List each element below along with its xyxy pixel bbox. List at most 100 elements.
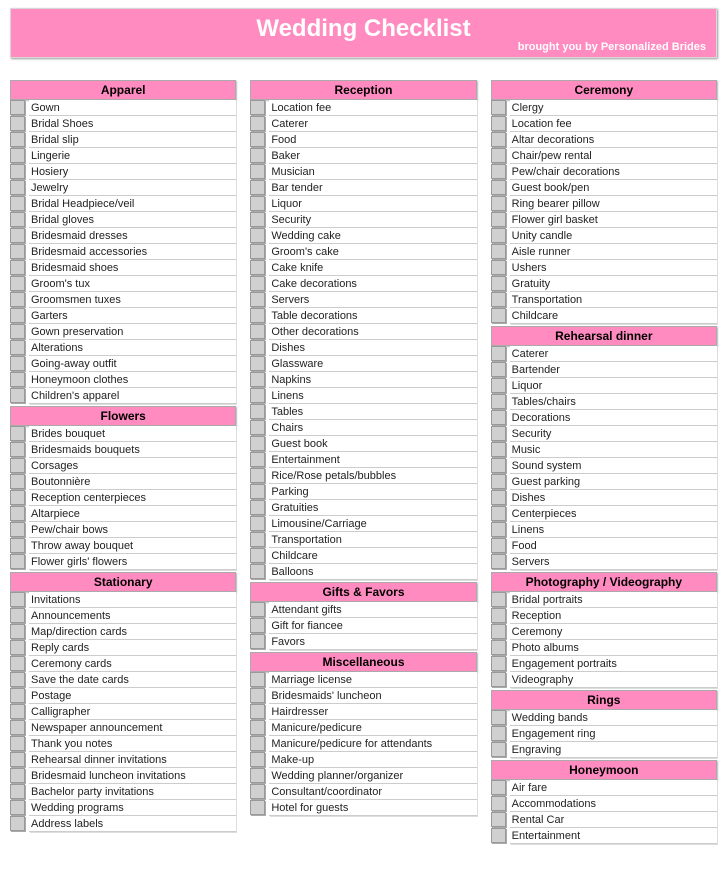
checkbox[interactable] (491, 276, 506, 291)
checkbox[interactable] (250, 292, 265, 307)
checkbox[interactable] (491, 426, 506, 441)
checkbox[interactable] (491, 132, 506, 147)
checkbox[interactable] (250, 784, 265, 799)
checkbox[interactable] (491, 116, 506, 131)
checkbox[interactable] (250, 404, 265, 419)
checkbox[interactable] (491, 742, 506, 757)
checkbox[interactable] (10, 720, 25, 735)
checkbox[interactable] (491, 828, 506, 843)
checkbox[interactable] (491, 260, 506, 275)
checkbox[interactable] (10, 800, 25, 815)
checkbox[interactable] (10, 260, 25, 275)
checkbox[interactable] (250, 736, 265, 751)
checkbox[interactable] (10, 768, 25, 783)
checkbox[interactable] (10, 356, 25, 371)
checkbox[interactable] (10, 608, 25, 623)
checkbox[interactable] (250, 548, 265, 563)
checkbox[interactable] (491, 796, 506, 811)
checkbox[interactable] (10, 426, 25, 441)
checkbox[interactable] (10, 688, 25, 703)
checkbox[interactable] (10, 554, 25, 569)
checkbox[interactable] (491, 656, 506, 671)
checkbox[interactable] (250, 356, 265, 371)
checkbox[interactable] (10, 308, 25, 323)
checkbox[interactable] (250, 500, 265, 515)
checkbox[interactable] (10, 442, 25, 457)
checkbox[interactable] (491, 474, 506, 489)
checkbox[interactable] (250, 196, 265, 211)
checkbox[interactable] (491, 196, 506, 211)
checkbox[interactable] (250, 180, 265, 195)
checkbox[interactable] (250, 132, 265, 147)
checkbox[interactable] (491, 726, 506, 741)
checkbox[interactable] (10, 522, 25, 537)
checkbox[interactable] (250, 484, 265, 499)
checkbox[interactable] (10, 704, 25, 719)
checkbox[interactable] (10, 458, 25, 473)
checkbox[interactable] (250, 618, 265, 633)
checkbox[interactable] (10, 624, 25, 639)
checkbox[interactable] (10, 132, 25, 147)
checkbox[interactable] (250, 148, 265, 163)
checkbox[interactable] (250, 768, 265, 783)
checkbox[interactable] (10, 164, 25, 179)
checkbox[interactable] (250, 436, 265, 451)
checkbox[interactable] (10, 180, 25, 195)
checkbox[interactable] (250, 116, 265, 131)
checkbox[interactable] (491, 346, 506, 361)
checkbox[interactable] (250, 468, 265, 483)
checkbox[interactable] (10, 244, 25, 259)
checkbox[interactable] (250, 634, 265, 649)
checkbox[interactable] (10, 372, 25, 387)
checkbox[interactable] (250, 532, 265, 547)
checkbox[interactable] (10, 736, 25, 751)
checkbox[interactable] (10, 212, 25, 227)
checkbox[interactable] (10, 324, 25, 339)
checkbox[interactable] (10, 538, 25, 553)
checkbox[interactable] (10, 340, 25, 355)
checkbox[interactable] (250, 602, 265, 617)
checkbox[interactable] (250, 164, 265, 179)
checkbox[interactable] (491, 780, 506, 795)
checkbox[interactable] (491, 308, 506, 323)
checkbox[interactable] (10, 228, 25, 243)
checkbox[interactable] (250, 516, 265, 531)
checkbox[interactable] (491, 710, 506, 725)
checkbox[interactable] (491, 378, 506, 393)
checkbox[interactable] (491, 148, 506, 163)
checkbox[interactable] (491, 554, 506, 569)
checkbox[interactable] (250, 720, 265, 735)
checkbox[interactable] (491, 506, 506, 521)
checkbox[interactable] (250, 452, 265, 467)
checkbox[interactable] (10, 506, 25, 521)
checkbox[interactable] (10, 388, 25, 403)
checkbox[interactable] (491, 640, 506, 655)
checkbox[interactable] (491, 228, 506, 243)
checkbox[interactable] (10, 672, 25, 687)
checkbox[interactable] (250, 228, 265, 243)
checkbox[interactable] (491, 608, 506, 623)
checkbox[interactable] (491, 244, 506, 259)
checkbox[interactable] (250, 308, 265, 323)
checkbox[interactable] (250, 100, 265, 115)
checkbox[interactable] (491, 458, 506, 473)
checkbox[interactable] (491, 212, 506, 227)
checkbox[interactable] (250, 704, 265, 719)
checkbox[interactable] (250, 388, 265, 403)
checkbox[interactable] (250, 688, 265, 703)
checkbox[interactable] (10, 196, 25, 211)
checkbox[interactable] (491, 672, 506, 687)
checkbox[interactable] (10, 474, 25, 489)
checkbox[interactable] (10, 784, 25, 799)
checkbox[interactable] (491, 624, 506, 639)
checkbox[interactable] (250, 372, 265, 387)
checkbox[interactable] (250, 212, 265, 227)
checkbox[interactable] (10, 116, 25, 131)
checkbox[interactable] (10, 148, 25, 163)
checkbox[interactable] (491, 394, 506, 409)
checkbox[interactable] (250, 260, 265, 275)
checkbox[interactable] (10, 816, 25, 831)
checkbox[interactable] (10, 592, 25, 607)
checkbox[interactable] (491, 490, 506, 505)
checkbox[interactable] (250, 324, 265, 339)
